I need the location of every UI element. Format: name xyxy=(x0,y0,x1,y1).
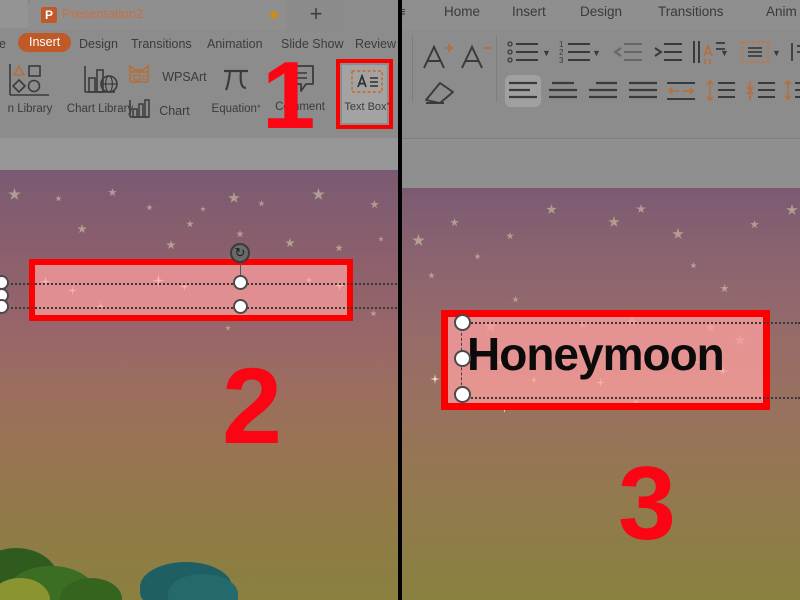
app-menu-chip[interactable] xyxy=(0,0,29,28)
tab-transitions[interactable]: Transitions xyxy=(658,4,724,19)
left-panel: P Presentation2 + ne Insert Design Trans… xyxy=(0,0,400,600)
line-spacing-down-icon[interactable] xyxy=(744,78,776,107)
justify-icon[interactable] xyxy=(628,80,658,107)
ribbon-tab-home[interactable]: ne xyxy=(0,34,6,54)
left-slide-canvas[interactable] xyxy=(0,170,400,600)
new-tab-button[interactable]: + xyxy=(290,0,342,30)
right-ribbon-lower-strip xyxy=(400,138,800,190)
distribute-icon[interactable] xyxy=(666,80,696,107)
textbox-text-honeymoon[interactable]: Honeymoon xyxy=(467,327,725,381)
ribbon-group-separator-1 xyxy=(412,36,413,102)
wps-presentation-icon: P xyxy=(41,7,57,23)
textbox-handle-bottom-left-slide[interactable] xyxy=(233,299,248,314)
step-number-2: 2 xyxy=(222,345,283,466)
increase-font-size-icon[interactable] xyxy=(420,40,456,79)
wpsart-icon xyxy=(126,62,156,91)
numbered-list-dropdown-caret[interactable]: ▼ xyxy=(592,48,601,58)
rotate-handle-icon[interactable]: ↻ xyxy=(230,243,250,263)
decrease-indent-icon[interactable] xyxy=(612,40,644,69)
right-textbox-handle-top[interactable] xyxy=(454,314,471,331)
ribbon-tab-transitions[interactable]: Transitions xyxy=(131,34,192,54)
align-right-icon[interactable] xyxy=(588,80,618,107)
document-title: Presentation2 xyxy=(62,6,144,21)
text-box-icon xyxy=(340,68,394,99)
bullet-list-icon[interactable] xyxy=(506,38,542,71)
ribbon-tab-review[interactable]: Review xyxy=(355,34,396,54)
ribbon-tab-insert[interactable]: Insert xyxy=(18,33,72,52)
text-direction-dropdown-caret[interactable]: ▼ xyxy=(720,48,729,58)
ribbon-label-text-box: Text Box* xyxy=(344,101,390,113)
right-title-bar: ≡ Home Insert Design Transitions Anim xyxy=(400,0,800,30)
clear-formatting-eraser-icon[interactable] xyxy=(420,76,460,113)
decrease-font-size-icon[interactable] xyxy=(458,40,494,79)
step-number-1: 1 xyxy=(262,42,316,149)
line-spacing-icon[interactable] xyxy=(782,78,800,107)
bullet-list-dropdown-caret[interactable]: ▼ xyxy=(542,48,551,58)
line-spacing-up-icon[interactable] xyxy=(704,78,736,107)
align-text-box-dropdown-caret[interactable]: ▼ xyxy=(772,48,781,58)
step-number-3: 3 xyxy=(618,446,676,562)
right-textbox-handle-mid[interactable] xyxy=(454,350,471,367)
textbox-top-guide-right xyxy=(460,322,800,324)
textbox-bottom-guide-right xyxy=(460,397,800,399)
text-box-dropdown-caret[interactable]: * xyxy=(387,101,390,110)
left-ribbon-tab-bar: ne Insert Design Transitions Animation S… xyxy=(0,30,400,58)
numbered-list-icon[interactable]: 1 2 3 xyxy=(558,38,594,71)
right-textbox-handle-bottom[interactable] xyxy=(454,386,471,403)
ribbon-label-chart: Chart xyxy=(159,103,190,118)
align-center-icon[interactable] xyxy=(548,80,578,107)
screenshot-root: P Presentation2 + ne Insert Design Trans… xyxy=(0,0,800,600)
tab-design[interactable]: Design xyxy=(580,4,622,19)
left-title-bar: P Presentation2 + xyxy=(0,0,400,30)
chart-icon xyxy=(126,98,152,123)
tab-animation[interactable]: Anim xyxy=(766,4,797,19)
textbox-top-guide-left xyxy=(0,283,400,285)
align-text-box-icon[interactable] xyxy=(740,40,770,69)
svg-text:3: 3 xyxy=(559,56,564,65)
textbox-bottom-guide-left xyxy=(0,307,400,309)
unsaved-indicator xyxy=(270,11,278,19)
columns-icon[interactable] xyxy=(790,40,800,69)
tab-home[interactable]: Home xyxy=(444,4,480,19)
left-textbox-highlight-box xyxy=(29,259,353,321)
left-ribbon-strip xyxy=(0,138,400,171)
ribbon-tab-animation[interactable]: Animation xyxy=(207,34,263,54)
ribbon-button-text-box-content[interactable]: Text Box* xyxy=(340,68,394,113)
textbox-handle-top-left-slide[interactable] xyxy=(233,275,248,290)
ribbon-group-separator-2 xyxy=(496,36,497,102)
right-panel: ≡ Home Insert Design Transitions Anim ▼ … xyxy=(400,0,800,600)
increase-indent-icon[interactable] xyxy=(652,40,684,69)
align-left-icon[interactable] xyxy=(508,80,538,107)
panel-divider xyxy=(398,0,402,600)
ribbon-tab-design[interactable]: Design xyxy=(79,34,118,54)
tab-insert[interactable]: Insert xyxy=(512,4,546,19)
